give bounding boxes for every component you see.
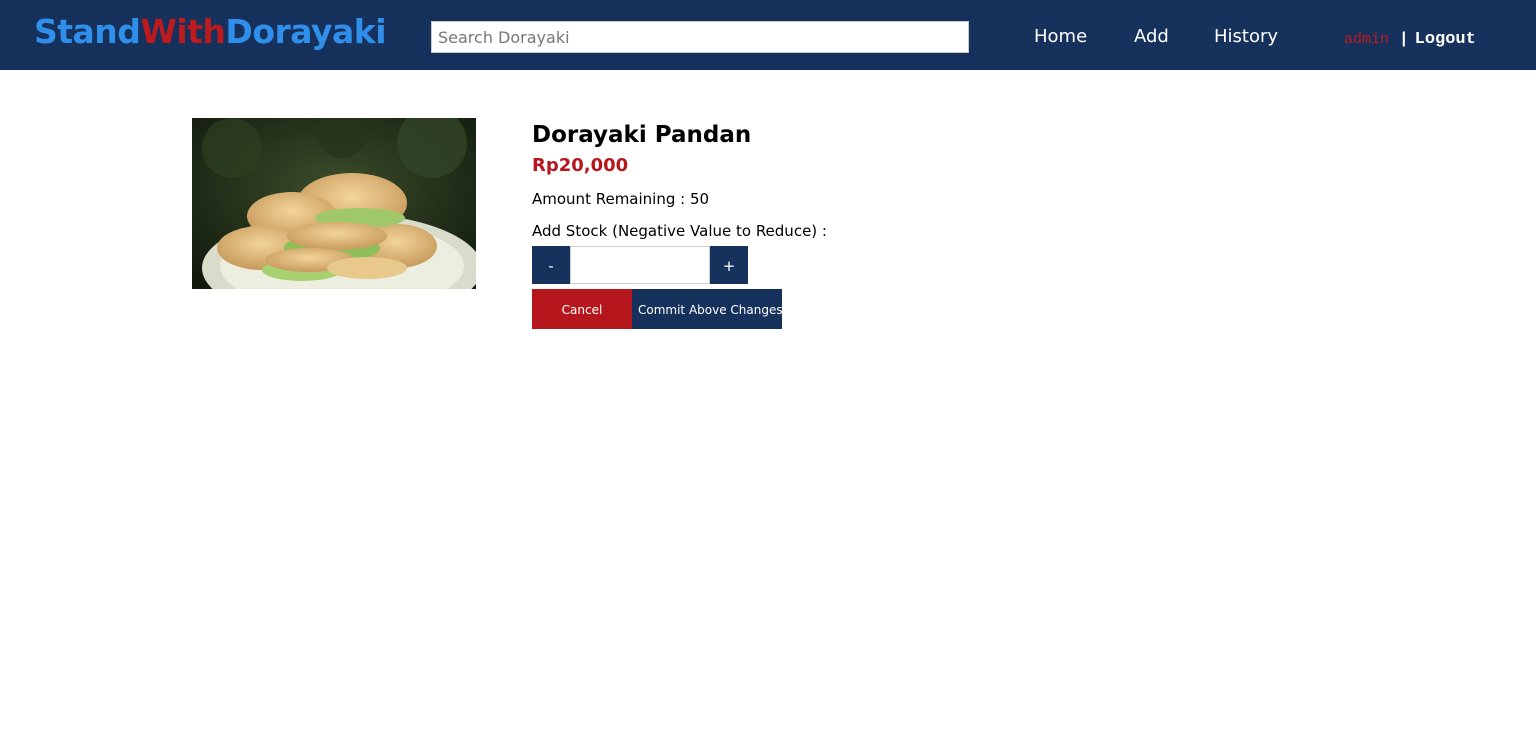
nav-add-link[interactable]: Add	[1134, 24, 1169, 50]
decrement-button[interactable]: -	[532, 246, 570, 284]
brand-logo[interactable]: StandWithDorayaki	[34, 10, 387, 54]
user-separator: |	[1399, 30, 1409, 48]
product-name: Dorayaki Pandan	[532, 122, 752, 148]
stock-input[interactable]	[570, 246, 710, 284]
username-label: admin	[1344, 31, 1390, 48]
brand-part-dorayaki: Dorayaki	[225, 12, 387, 51]
product-image	[192, 118, 476, 289]
increment-button[interactable]: +	[710, 246, 748, 284]
amount-remaining: Amount Remaining : 50	[532, 189, 709, 209]
add-stock-label: Add Stock (Negative Value to Reduce) :	[532, 222, 827, 240]
amount-label: Amount Remaining :	[532, 190, 686, 208]
nav-home-link[interactable]: Home	[1034, 24, 1087, 50]
amount-value: 50	[689, 190, 710, 208]
cancel-button[interactable]: Cancel	[532, 289, 632, 329]
search-input[interactable]	[431, 21, 969, 53]
top-navbar: StandWithDorayaki Home Add History admin…	[0, 0, 1536, 70]
brand-part-stand: Stand	[34, 12, 141, 51]
brand-part-with: With	[140, 12, 226, 51]
logout-link[interactable]: Logout	[1415, 30, 1476, 49]
stock-stepper: - +	[532, 246, 748, 284]
nav-history-link[interactable]: History	[1214, 24, 1278, 50]
user-area: admin | Logout	[1344, 27, 1476, 52]
dorayaki-photo-icon	[192, 118, 476, 289]
commit-changes-button[interactable]: Commit Above Changes	[632, 289, 783, 329]
product-price: Rp20,000	[532, 155, 629, 176]
